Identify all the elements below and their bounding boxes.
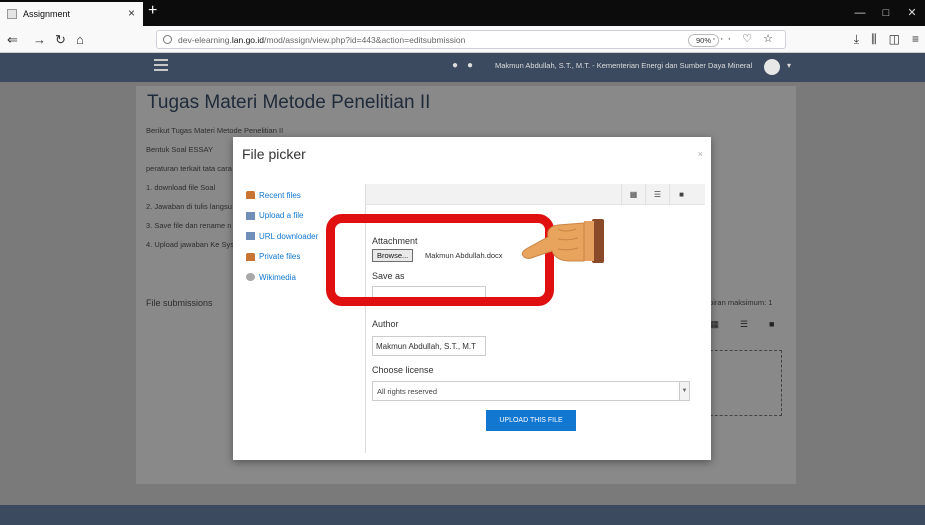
description-line: 3. Save file dan rename n	[146, 221, 232, 230]
description-line: 1. download file Soal	[146, 183, 216, 192]
repo-label: URL downloader	[259, 231, 319, 241]
home-icon[interactable]: ⌂	[76, 32, 84, 47]
browser-nav-bar: ⇐ → ↻ ⌂ dev-elearning. lan.go.id/mod/assi…	[0, 26, 925, 53]
tab-close-icon[interactable]: ×	[128, 6, 135, 20]
browser-toolbar: ⤓ ⫼ ◫ ≡	[854, 32, 919, 47]
new-tab-button[interactable]: +	[148, 2, 157, 20]
hamburger-menu-icon[interactable]	[154, 59, 168, 74]
user-name[interactable]: Makmun Abdullah, S.T., M.T. - Kementeria…	[495, 61, 752, 70]
grid-view-icon[interactable]: ▦	[621, 184, 645, 205]
description-line: 2. Jawaban di tulis langsu	[146, 202, 232, 211]
close-icon[interactable]: ×	[698, 149, 703, 159]
minimize-button[interactable]: —	[847, 0, 873, 26]
window-controls: — □ ✕	[847, 0, 925, 26]
page-favicon-icon	[7, 9, 17, 19]
upload-file-button[interactable]: UPLOAD THIS FILE	[486, 410, 576, 431]
downloads-icon[interactable]: ⤓	[854, 32, 859, 47]
url-host: lan.go.id	[231, 34, 265, 45]
library-icon[interactable]: ⫼	[871, 32, 877, 47]
page-actions-icon[interactable]: ··· ♡ ☆	[712, 32, 777, 45]
tab-title: Assignment	[23, 9, 71, 19]
maximize-button[interactable]: □	[873, 0, 899, 26]
recent-files-icon	[246, 191, 255, 200]
description-line: Berikut Tugas Materi Metode Penelitian I…	[146, 126, 284, 135]
site-header: ● ● Makmun Abdullah, S.T., M.T. - Kement…	[0, 53, 925, 82]
chevron-down-icon: ▼	[679, 382, 689, 400]
dialog-title: File picker	[242, 146, 306, 162]
repo-recent-files[interactable]: Recent files	[246, 185, 364, 206]
folder-view-icon[interactable]: ■	[669, 184, 693, 205]
grid-view-icon[interactable]: ▦	[710, 319, 719, 330]
site-info-icon[interactable]	[163, 35, 172, 44]
file-picker-toolbar: ▦ ☰ ■	[366, 184, 705, 205]
description-line: peraturan terkait tata cara	[146, 164, 232, 173]
url-path: /mod/assign/view.php?id=443&action=edits…	[264, 34, 466, 45]
reload-icon[interactable]: ↻	[55, 32, 66, 48]
license-select[interactable]: All rights reserved ▼	[372, 381, 690, 401]
sidebar-icon[interactable]: ◫	[889, 32, 900, 47]
submission-view-toggles: ▦ ☰ ■	[700, 314, 785, 334]
repo-label: Wikimedia	[259, 272, 296, 282]
author-label: Author	[372, 319, 399, 329]
wikimedia-icon	[246, 273, 255, 282]
file-submissions-label: File submissions	[146, 298, 213, 308]
browser-tab-bar: Assignment × + — □ ✕	[0, 0, 925, 26]
forward-arrow-icon[interactable]: →	[33, 32, 46, 47]
user-avatar[interactable]	[764, 59, 780, 75]
description-line: Bentuk Soal ESSAY	[146, 145, 213, 154]
messages-icon[interactable]: ●	[467, 60, 473, 71]
notification-bell-icon[interactable]: ●	[452, 60, 458, 71]
list-view-icon[interactable]: ☰	[740, 319, 748, 330]
address-bar[interactable]: dev-elearning. lan.go.id/mod/assign/view.…	[156, 30, 786, 49]
menu-icon[interactable]: ≡	[912, 32, 919, 47]
browser-tab[interactable]: Assignment ×	[0, 2, 143, 26]
list-view-icon[interactable]: ☰	[645, 184, 669, 205]
repo-label: Recent files	[259, 190, 301, 200]
license-label: Choose license	[372, 365, 434, 375]
url-prefix: dev-elearning.	[178, 34, 232, 45]
close-window-button[interactable]: ✕	[899, 0, 925, 26]
license-value: All rights reserved	[377, 387, 438, 396]
private-files-icon	[246, 252, 255, 261]
repo-label: Upload a file	[259, 211, 304, 221]
url-downloader-icon	[246, 232, 255, 241]
author-input[interactable]	[372, 336, 486, 356]
description-line: 4. Upload jawaban Ke Sys	[146, 240, 234, 249]
page-title: Tugas Materi Metode Penelitian II	[147, 92, 431, 113]
back-arrow-icon[interactable]: ⇐	[7, 32, 18, 48]
folder-icon[interactable]: ■	[769, 319, 774, 329]
site-footer	[0, 505, 925, 525]
user-menu-caret-icon[interactable]: ▾	[787, 61, 791, 70]
repo-label: Private files	[259, 252, 301, 262]
pointing-hand-icon	[521, 219, 604, 263]
upload-icon	[246, 211, 255, 220]
